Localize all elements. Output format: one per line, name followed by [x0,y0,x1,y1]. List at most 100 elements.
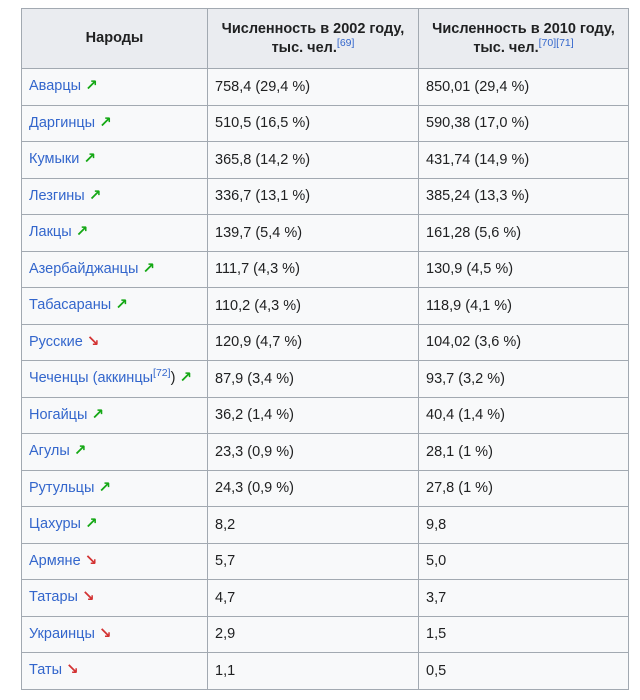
people-name-suffix: ) [170,370,176,387]
cell-2010: 3,7 [418,579,629,617]
cell-2002: 2,9 [207,615,419,653]
cell-people: Табасараны ↗ [21,287,208,325]
table-row: Украинцы ↘ 2,9 1,5 [21,615,629,653]
people-link[interactable]: Аварцы [29,78,81,94]
cell-2002: 1,1 [207,652,419,690]
cell-2010: 118,9 (4,1 %) [418,287,629,325]
cell-2002: 336,7 (13,1 %) [207,177,419,215]
table-row: Армяне ↘ 5,7 5,0 [21,542,629,580]
people-link[interactable]: Рутульцы [29,480,94,496]
reference-70-71[interactable]: [70][71] [539,37,574,49]
cell-2010: 431,74 (14,9 %) [418,141,629,179]
trend-up-icon: ↗ [142,259,155,277]
reference-69-link[interactable]: [69] [337,37,355,49]
cell-2002: 8,2 [207,506,419,544]
reference-70-link[interactable]: [70] [539,37,557,49]
reference-72[interactable]: [72] [153,368,171,380]
people-link[interactable]: Армяне [29,553,81,569]
cell-2002: 23,3 (0,9 %) [207,433,419,471]
table-row: Таты ↘ 1,1 0,5 [21,652,629,690]
trend-down-icon: ↘ [84,551,98,569]
people-link[interactable]: Табасараны [29,297,111,313]
cell-2002: 139,7 (5,4 %) [207,214,419,252]
cell-2010: 385,24 (13,3 %) [418,177,629,215]
cell-2002: 365,8 (14,2 %) [207,141,419,179]
people-link[interactable]: Даргинцы [29,115,95,131]
cell-people: Чеченцы (аккинцы[72]) ↗ [21,360,208,398]
reference-72-link[interactable]: [72] [153,368,171,380]
trend-up-icon: ↗ [98,478,111,496]
cell-people: Русские ↘ [21,323,208,361]
cell-2010: 130,9 (4,5 %) [418,250,629,288]
cell-people: Татары ↘ [21,579,208,617]
table-row: Лезгины ↗ 336,7 (13,1 %) 385,24 (13,3 %) [21,177,629,215]
people-link[interactable]: Украинцы [29,626,95,642]
cell-people: Рутульцы ↗ [21,469,208,507]
table-row: Татары ↘ 4,7 3,7 [21,579,629,617]
reference-71-link[interactable]: [71] [556,37,574,49]
cell-2010: 5,0 [418,542,629,580]
people-link[interactable]: Цахуры [29,516,81,532]
cell-2002: 758,4 (29,4 %) [207,68,419,106]
cell-2010: 850,01 (29,4 %) [418,68,629,106]
cell-people: Кумыки ↗ [21,141,208,179]
population-table: Народы Численность в 2002 году, тыс. чел… [21,8,629,690]
header-2010: Численность в 2010 году, тыс. чел.[70][7… [418,8,629,69]
cell-2010: 161,28 (5,6 %) [418,214,629,252]
people-link[interactable]: Лезгины [29,188,85,204]
table-row: Русские ↘ 120,9 (4,7 %) 104,02 (3,6 %) [21,323,629,361]
cell-people: Даргинцы ↗ [21,104,208,142]
cell-people: Таты ↘ [21,652,208,690]
cell-people: Лакцы ↗ [21,214,208,252]
table-row: Рутульцы ↗ 24,3 (0,9 %) 27,8 (1 %) [21,469,629,507]
trend-down-icon: ↘ [81,588,95,606]
table-row: Ногайцы ↗ 36,2 (1,4 %) 40,4 (1,4 %) [21,396,629,434]
people-link[interactable]: Ногайцы [29,407,87,423]
cell-2002: 24,3 (0,9 %) [207,469,419,507]
trend-up-icon: ↗ [84,515,98,533]
trend-up-icon: ↗ [73,442,87,460]
cell-2010: 9,8 [418,506,629,544]
cell-people: Агулы ↗ [21,433,208,471]
people-link[interactable]: Таты [29,662,62,678]
table-row: Кумыки ↗ 365,8 (14,2 %) 431,74 (14,9 %) [21,141,629,179]
people-link[interactable]: Агулы [29,443,70,459]
cell-2002: 4,7 [207,579,419,617]
table-row: Цахуры ↗ 8,2 9,8 [21,506,629,544]
people-link[interactable]: Русские [29,334,83,350]
header-2002-label: Численность в 2002 году, тыс. чел. [221,21,405,56]
trend-down-icon: ↘ [86,332,100,350]
trend-up-icon: ↗ [179,369,192,387]
people-link[interactable]: Азербайджанцы [29,261,138,277]
table-row: Азербайджанцы ↗ 111,7 (4,3 %) 130,9 (4,5 %) [21,250,629,288]
cell-people: Армяне ↘ [21,542,208,580]
trend-down-icon: ↘ [66,661,79,679]
cell-2010: 1,5 [418,615,629,653]
reference-69[interactable]: [69] [337,37,355,49]
people-link[interactable]: Татары [29,589,78,605]
table-row: Агулы ↗ 23,3 (0,9 %) 28,1 (1 %) [21,433,629,471]
cell-2010: 40,4 (1,4 %) [418,396,629,434]
cell-2002: 87,9 (3,4 %) [207,360,419,398]
table-row: Лакцы ↗ 139,7 (5,4 %) 161,28 (5,6 %) [21,214,629,252]
trend-up-icon: ↗ [75,223,89,241]
cell-people: Украинцы ↘ [21,615,208,653]
cell-2010: 93,7 (3,2 %) [418,360,629,398]
header-people: Народы [21,8,208,69]
people-link[interactable]: Кумыки [29,151,79,167]
trend-up-icon: ↗ [99,113,112,131]
people-link[interactable]: Чеченцы (аккинцы [29,370,153,386]
cell-2010: 27,8 (1 %) [418,469,629,507]
table-row: Аварцы ↗ 758,4 (29,4 %) 850,01 (29,4 %) [21,68,629,106]
table-body: Аварцы ↗ 758,4 (29,4 %) 850,01 (29,4 %) Дарг… [21,68,629,690]
trend-up-icon: ↗ [88,186,102,204]
cell-2010: 28,1 (1 %) [418,433,629,471]
cell-2002: 510,5 (16,5 %) [207,104,419,142]
table-header-row: Народы Численность в 2002 году, тыс. чел… [21,8,629,69]
header-2010-label: Численность в 2010 году, тыс. чел. [432,21,615,56]
cell-2002: 111,7 (4,3 %) [207,250,419,288]
cell-2010: 590,38 (17,0 %) [418,104,629,142]
people-link[interactable]: Лакцы [29,224,72,240]
cell-people: Ногайцы ↗ [21,396,208,434]
cell-people: Азербайджанцы ↗ [21,250,208,288]
